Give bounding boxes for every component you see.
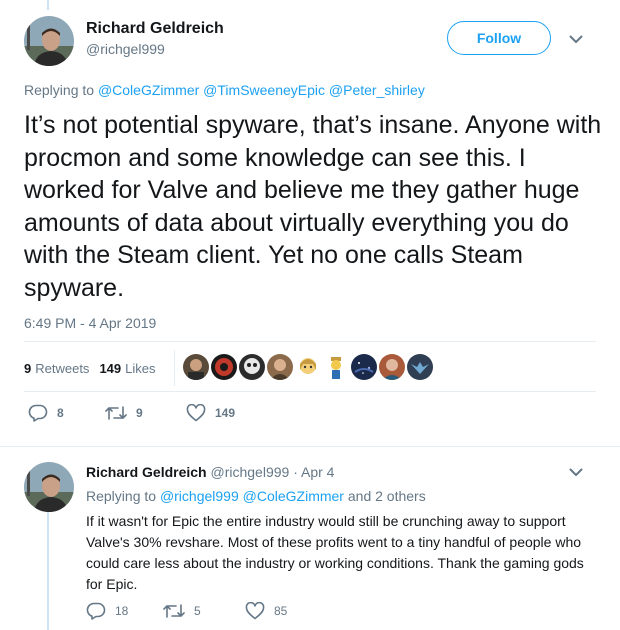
reply-date[interactable]: Apr 4: [301, 464, 334, 480]
like-count: 149: [215, 406, 236, 420]
likes-count: 149: [99, 360, 122, 376]
retweet-icon: [163, 604, 185, 618]
reply-author-avatar[interactable]: [24, 462, 74, 512]
liker-avatar[interactable]: [295, 354, 321, 380]
heart-icon: [186, 404, 206, 422]
mention-link[interactable]: @Peter_shirley: [329, 82, 425, 98]
divider: [0, 446, 620, 447]
tweet-timestamp[interactable]: 6:49 PM - 4 Apr 2019: [24, 315, 156, 331]
mention-link[interactable]: @ColeGZimmer: [243, 488, 344, 504]
mention-link[interactable]: @richgel999: [160, 488, 239, 504]
replying-to-others[interactable]: and 2 others: [348, 488, 426, 504]
reply-actions: 18 5 85: [86, 602, 287, 620]
reply-button[interactable]: 8: [28, 404, 105, 422]
retweet-button[interactable]: 5: [163, 603, 245, 619]
tweet-stats: 9 Retweets 149 Likes: [24, 356, 156, 380]
mention-link[interactable]: @TimSweeneyEpic: [203, 82, 325, 98]
author-name[interactable]: Richard Geldreich: [86, 20, 224, 38]
reply-icon: [86, 602, 106, 620]
meta-separator: ·: [293, 464, 298, 480]
retweet-count: 5: [194, 604, 201, 618]
tweet-text: It’s not potential spyware, that’s insan…: [24, 111, 602, 302]
likes-stat[interactable]: 149 Likes: [99, 361, 155, 376]
reply-header: Richard Geldreich @richgel999 · Apr 4: [86, 464, 334, 480]
replying-to-label: Replying to: [24, 82, 95, 98]
likes-label: Likes: [125, 360, 156, 376]
liker-avatars: [183, 354, 433, 380]
like-count: 85: [274, 604, 288, 618]
retweets-count: 9: [24, 360, 32, 376]
liker-avatar[interactable]: [211, 354, 237, 380]
liker-avatar[interactable]: [351, 354, 377, 380]
liker-avatar[interactable]: [379, 354, 405, 380]
replying-to: Replying to @richgel999 @ColeGZimmer and…: [86, 488, 426, 504]
retweets-stat[interactable]: 9 Retweets: [24, 361, 89, 376]
thread-line: [47, 512, 49, 630]
divider: [24, 391, 596, 392]
retweets-label: Retweets: [35, 360, 90, 376]
retweet-icon: [105, 406, 127, 420]
reply-count: 8: [57, 406, 64, 420]
reply-button[interactable]: 18: [86, 602, 163, 620]
reply-icon: [28, 404, 48, 422]
liker-avatar[interactable]: [183, 354, 209, 380]
heart-icon: [245, 602, 265, 620]
reply-author-name[interactable]: Richard Geldreich: [86, 464, 207, 480]
author-handle[interactable]: @richgel999: [86, 41, 165, 57]
liker-avatar[interactable]: [407, 354, 433, 380]
replying-to: Replying to @ColeGZimmer @TimSweeneyEpic…: [24, 82, 425, 98]
chevron-down-icon[interactable]: [567, 463, 585, 481]
retweet-count: 9: [136, 406, 143, 420]
thread-line: [47, 0, 49, 10]
like-button[interactable]: 149: [186, 404, 235, 422]
liker-avatar[interactable]: [267, 354, 293, 380]
retweet-button[interactable]: 9: [105, 405, 186, 421]
reply-author-handle[interactable]: @richgel999: [210, 464, 289, 480]
reply-count: 18: [115, 604, 129, 618]
replying-to-label: Replying to: [86, 488, 157, 504]
follow-button[interactable]: Follow: [447, 21, 551, 55]
liker-avatar[interactable]: [323, 354, 349, 380]
chevron-down-icon[interactable]: [567, 30, 585, 48]
stats-separator: [174, 350, 175, 386]
liker-avatar[interactable]: [239, 354, 265, 380]
author-avatar[interactable]: [24, 16, 74, 66]
tweet-actions: 8 9 149: [28, 404, 235, 422]
like-button[interactable]: 85: [245, 602, 287, 620]
reply-text: If it wasn't for Epic the entire industr…: [86, 513, 584, 592]
divider: [24, 341, 596, 342]
mention-link[interactable]: @ColeGZimmer: [98, 82, 199, 98]
